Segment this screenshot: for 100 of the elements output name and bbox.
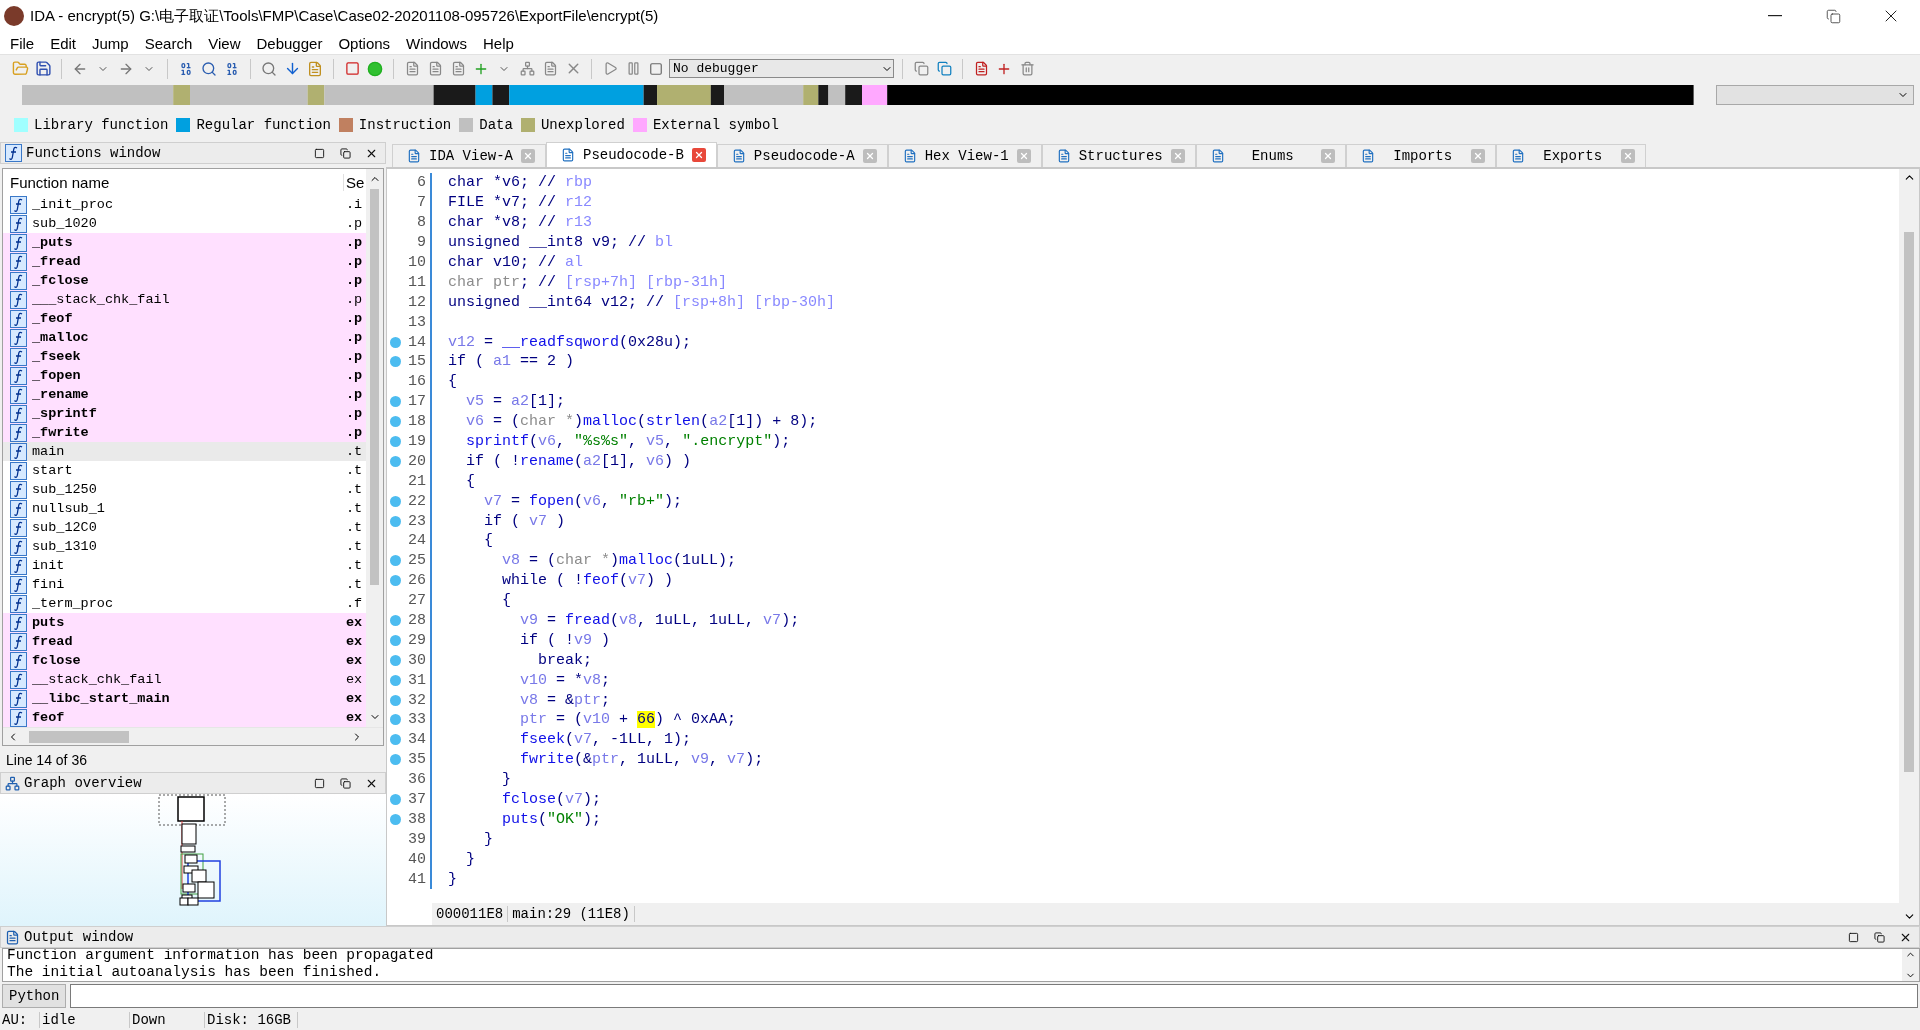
horizontal-scrollbar[interactable]	[3, 727, 383, 745]
menu-item[interactable]: Debugger	[248, 34, 331, 52]
function-row[interactable]: main .t	[3, 442, 366, 461]
language-button[interactable]: Python	[2, 984, 67, 1008]
function-row[interactable]: __stack_chk_fail ex	[3, 670, 366, 689]
command-input[interactable]	[70, 984, 1918, 1008]
line-number: 25	[404, 550, 432, 571]
line-number: 27	[404, 590, 432, 611]
menu-item[interactable]: Options	[330, 34, 399, 52]
tab-close-icon[interactable]	[1016, 149, 1031, 163]
segment-select[interactable]	[1716, 85, 1914, 105]
function-row[interactable]: _rename .p	[3, 385, 366, 404]
scrollbar[interactable]	[1902, 949, 1919, 981]
menu-item[interactable]: Help	[474, 34, 522, 52]
line-number: 37	[404, 789, 432, 810]
line-number: 15	[404, 352, 432, 372]
document-icon	[731, 149, 746, 163]
menu-item[interactable]: Jump	[84, 34, 137, 52]
function-name: _feof	[32, 311, 74, 326]
function-row[interactable]: _puts .p	[3, 233, 366, 252]
code-line: if ( v7 )	[483, 512, 566, 530]
line-number: 9	[404, 232, 432, 253]
segment-name: .t	[346, 501, 364, 516]
function-icon	[10, 366, 27, 385]
function-row[interactable]: __libc_start_main ex	[3, 689, 366, 708]
menu-item[interactable]: View	[200, 34, 249, 52]
view-tab[interactable]: Pseudocode-B	[546, 142, 717, 167]
menu-item[interactable]: Edit	[42, 34, 85, 52]
menu-item[interactable]: File	[2, 34, 43, 52]
function-name: _sprintf	[32, 406, 98, 421]
code-line: {	[465, 472, 475, 490]
function-icon	[10, 708, 27, 727]
window-title: IDA - encrypt(5) G:\电子取证\Tools\FMP\Case\Case02-20201108-095726\ExportFile\encrypt(5)	[30, 6, 659, 26]
line-number: 32	[404, 690, 432, 711]
menu-item[interactable]: Search	[136, 34, 201, 52]
function-row[interactable]: _fclose .p	[3, 271, 366, 290]
save-icon[interactable]	[33, 58, 53, 79]
segment-name: .p	[346, 349, 364, 364]
function-icon	[10, 290, 27, 309]
tab-close-icon[interactable]	[1170, 149, 1185, 163]
view-tab[interactable]: Imports	[1345, 144, 1496, 167]
function-name: __libc_start_main	[32, 691, 171, 706]
debugger-select[interactable]: No debugger	[669, 59, 894, 78]
line-number: 28	[404, 610, 432, 631]
function-row[interactable]: _sprintf .p	[3, 404, 366, 423]
line-status: Line 14 of 36	[5, 751, 88, 770]
view-tab[interactable]: Structures	[1041, 144, 1196, 167]
segment-name: ex	[346, 634, 364, 649]
view-tab[interactable]: Hex View-1	[887, 144, 1042, 167]
view-tab[interactable]: Pseudocode-A	[716, 144, 888, 167]
code-line: if ( !v9 )	[519, 631, 611, 649]
function-row[interactable]: _fopen .p	[3, 366, 366, 385]
menu-item[interactable]: Windows	[398, 34, 475, 52]
function-row[interactable]: _fseek .p	[3, 347, 366, 366]
app-icon	[4, 6, 24, 26]
legend-label: Library function	[34, 117, 169, 133]
legend-label: External symbol	[652, 117, 779, 133]
function-icon	[10, 385, 27, 404]
segment-name: .p	[346, 311, 364, 326]
square-icon	[1847, 931, 1859, 943]
function-icon	[10, 594, 27, 613]
function-row[interactable]: _feof .p	[3, 309, 366, 328]
function-icon	[10, 461, 27, 480]
segment-name: ex	[346, 691, 364, 706]
code-line: }	[483, 830, 493, 848]
view-tab[interactable]: Exports	[1495, 144, 1646, 167]
function-row[interactable]: fclose ex	[3, 651, 366, 670]
function-row[interactable]: _fwrite .p	[3, 423, 366, 442]
restore-icon	[1873, 931, 1885, 943]
function-row[interactable]: ___stack_chk_fail .p	[3, 290, 366, 309]
function-name: _puts	[32, 235, 74, 250]
tab-close-icon[interactable]	[1320, 149, 1335, 163]
tab-close-icon[interactable]	[1620, 149, 1635, 163]
segment-name: ex	[346, 615, 364, 630]
status-text: idle	[40, 1012, 130, 1028]
view-tab[interactable]: Enums	[1195, 144, 1346, 167]
column-header[interactable]: Function name	[3, 173, 344, 191]
segment-name: .t	[346, 482, 364, 497]
scrollbar[interactable]	[366, 169, 383, 727]
output-line: The initial autoanalysis has been finished.	[7, 964, 383, 981]
tab-close-icon[interactable]	[1470, 149, 1485, 163]
function-row[interactable]: feof ex	[3, 708, 366, 727]
function-row[interactable]: fread ex	[3, 632, 366, 651]
line-number: 13	[404, 312, 432, 333]
code-line: v10 = *v8;	[519, 671, 611, 689]
view-tab[interactable]: IDA View-A	[392, 144, 546, 167]
scrollbar[interactable]	[1899, 169, 1919, 925]
tab-close-icon[interactable]	[521, 149, 535, 163]
function-row[interactable]: puts ex	[3, 613, 366, 632]
column-header[interactable]: Se	[344, 173, 366, 191]
function-name: _malloc	[32, 330, 90, 345]
line-number: 14	[404, 332, 432, 352]
function-row[interactable]: _malloc .p	[3, 328, 366, 347]
code-status: 000011E8	[432, 906, 509, 922]
tab-close-icon[interactable]	[691, 148, 706, 162]
function-name: fini	[32, 577, 66, 592]
restore-icon	[339, 147, 351, 159]
segment-name: .p	[346, 273, 364, 288]
function-row[interactable]: _fread .p	[3, 252, 366, 271]
tab-close-icon[interactable]	[862, 149, 877, 163]
